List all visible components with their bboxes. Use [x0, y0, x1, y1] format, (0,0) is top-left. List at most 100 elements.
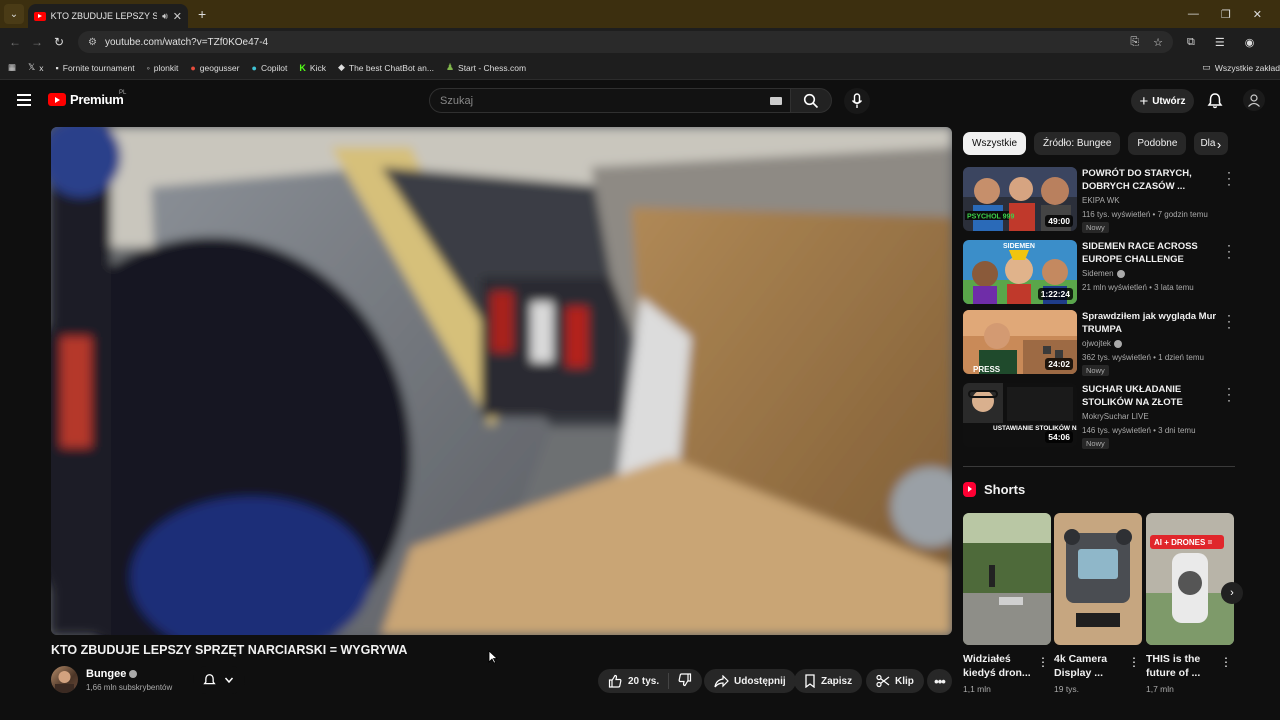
short-item[interactable] [1054, 513, 1142, 645]
kick-icon: K [299, 62, 306, 73]
more-vertical-icon[interactable]: ⋮ [1128, 655, 1140, 669]
bookmark-item[interactable]: ◦ plonkit [147, 63, 179, 73]
video-player[interactable] [51, 127, 952, 635]
short-title[interactable]: THIS is the future of ... [1146, 652, 1226, 680]
recommendation-title[interactable]: POWRÓT DO STARYCH, DOBRYCH CZASÓW ... [1082, 167, 1222, 193]
chevron-right-icon[interactable]: › [1221, 582, 1243, 604]
youtube-logo[interactable]: Premium [48, 92, 124, 107]
short-title[interactable]: 4k Camera Display ... [1054, 652, 1134, 680]
more-vertical-icon[interactable]: · · · [1227, 239, 1231, 263]
bookmarks-folder[interactable]: ▭ Wszystkie zakład [1202, 62, 1280, 73]
more-vertical-icon[interactable]: ⋮ [1037, 655, 1049, 669]
close-tab-icon[interactable]: ✕ [173, 10, 182, 23]
recommendation-title[interactable]: SIDEMEN RACE ACROSS EUROPE CHALLENGE [1082, 240, 1222, 266]
recommendation-channel[interactable]: MokrySuchar LIVE [1082, 412, 1149, 421]
thumbnail-text: SIDEMEN [1003, 243, 1035, 250]
recommendation-title[interactable]: SUCHAR UKŁADANIE STOLIKÓW NA ZŁOTE ANTOS… [1082, 383, 1222, 410]
mouse-cursor-icon [488, 650, 498, 664]
subscription-button[interactable] [193, 666, 245, 694]
speaker-icon[interactable]: 🔊︎ [162, 11, 168, 22]
recommendation-item[interactable]: PSYCHOL 999 49:00 POWRÓT DO STARYCH, DOB… [963, 166, 1235, 233]
more-vertical-icon[interactable]: · · · [1227, 166, 1231, 190]
like-button[interactable]: 20 tys. [608, 674, 659, 688]
recommendation-item[interactable]: SIDEMEN 1:22:24 SIDEMEN RACE ACROSS EURO… [963, 239, 1235, 304]
short-thumbnail [1054, 513, 1142, 645]
chip-related[interactable]: Podobne [1128, 132, 1187, 155]
search-placeholder: Szukaj [440, 94, 474, 107]
minimize-icon[interactable]: — [1188, 8, 1199, 21]
short-title[interactable]: Widziałeś kiedyś dron... [963, 652, 1043, 680]
omnibox[interactable]: ⚙︎ youtube.com/watch?v=TZf0KOe47-4 ⎘ ☆ [78, 31, 1173, 53]
recommendation-item[interactable]: USTAWIANIE STOLIKÓW NA ZŁOTE AN 54:06 SU… [963, 382, 1235, 449]
copilot-icon: ● [251, 62, 257, 73]
bookmarks-bar: ▦ 𝕏x ▪ Fornite tournament ◦ plonkit ● geogu… [0, 56, 1280, 80]
address-bar-row: ← → ↻ ⚙︎ youtube.com/watch?v=TZf0KOe47-4… [0, 28, 1280, 56]
menu-icon[interactable] [17, 94, 31, 106]
short-item[interactable] [963, 513, 1051, 645]
chatbot-icon: ◆ [337, 62, 345, 72]
back-icon[interactable]: ← [4, 35, 26, 49]
short-item[interactable]: AI + DRONES = [1146, 513, 1234, 645]
extensions-icon[interactable]: ⧉ [1187, 36, 1195, 49]
thumbnail[interactable]: PRESS 24:02 [963, 310, 1077, 374]
divider [963, 466, 1235, 467]
more-vertical-icon[interactable]: · · · [1227, 309, 1231, 333]
youtube-favicon-icon [34, 11, 46, 21]
more-actions-button[interactable]: ••• [927, 669, 952, 693]
channel-avatar[interactable] [51, 666, 78, 693]
bookmark-item[interactable]: ◆ The best ChatBot an... [338, 62, 434, 73]
new-badge: Nowy [1082, 222, 1109, 233]
chip-all[interactable]: Wszystkie [963, 132, 1026, 155]
bookmark-item[interactable]: ● Copilot [252, 63, 288, 73]
thumbnail[interactable]: PSYCHOL 999 49:00 [963, 167, 1077, 231]
cast-icon[interactable]: ⎘ [1130, 36, 1139, 49]
share-button[interactable]: Udostępnij [704, 669, 796, 693]
account-avatar[interactable] [1243, 89, 1265, 111]
bookmark-item[interactable]: K Kick [299, 63, 326, 73]
dislike-button[interactable] [678, 672, 692, 690]
recommendation-meta: 362 tys. wyświetleń • 1 dzień temu [1082, 353, 1204, 362]
search-input[interactable]: Szukaj [429, 88, 791, 113]
url-text[interactable]: youtube.com/watch?v=TZf0KOe47-4 [105, 37, 268, 48]
new-tab-icon[interactable]: + [198, 6, 206, 22]
tab-search-icon[interactable]: ⌄ [4, 4, 24, 24]
profile-icon[interactable]: ◉ [1245, 36, 1255, 49]
close-window-icon[interactable]: ✕ [1253, 8, 1262, 21]
short-views: 19 tys. [1054, 684, 1080, 694]
bookmark-item[interactable]: ● geogusser [190, 63, 239, 73]
thumbnail[interactable]: USTAWIANIE STOLIKÓW NA ZŁOTE AN 54:06 [963, 383, 1077, 447]
recommendation-channel[interactable]: Sidemen [1082, 269, 1125, 278]
site-info-icon[interactable]: ⚙︎ [88, 37, 97, 48]
notifications-button[interactable] [1207, 92, 1223, 114]
chip-source[interactable]: Źródło: Bungee [1034, 132, 1121, 155]
bell-icon [1207, 93, 1223, 109]
browser-tab[interactable]: KTO ZBUDUJE LEPSZY SPRZ 🔊︎ ✕ [28, 4, 188, 28]
recommendation-item[interactable]: PRESS 24:02 Sprawdziłem jak wygląda Mur … [963, 309, 1235, 376]
verified-icon [129, 670, 138, 678]
maximize-icon[interactable]: ❐ [1221, 8, 1231, 21]
save-button[interactable]: Zapisz [794, 669, 863, 693]
keyboard-icon[interactable] [770, 97, 782, 105]
more-vertical-icon[interactable]: · · · [1227, 382, 1231, 406]
recommendation-title[interactable]: Sprawdziłem jak wygląda Mur TRUMPA [1082, 310, 1222, 336]
chevron-right-icon[interactable]: › [1210, 135, 1228, 153]
share-label: Udostępnij [734, 675, 786, 687]
forward-icon[interactable]: → [26, 35, 48, 49]
clip-button[interactable]: Klip [866, 669, 924, 693]
recommendation-channel[interactable]: ojwojtek [1082, 339, 1122, 348]
media-icon[interactable]: ☰ [1215, 36, 1225, 49]
bookmark-star-icon[interactable]: ☆ [1153, 36, 1163, 49]
create-button[interactable]: + Utwórz [1131, 89, 1194, 113]
voice-search-button[interactable] [844, 88, 870, 114]
bookmark-item[interactable]: ▪ Fornite tournament [56, 63, 135, 73]
logo-country-code: PL [119, 90, 127, 96]
apps-grid-icon[interactable]: ▦ [8, 62, 16, 73]
channel-name[interactable]: Bungee [86, 668, 138, 680]
bookmark-item[interactable]: ♟ Start - Chess.com [446, 62, 526, 73]
recommendation-channel[interactable]: EKIPA WK [1082, 196, 1120, 205]
reload-icon[interactable]: ↻ [48, 35, 70, 49]
thumbnail[interactable]: SIDEMEN 1:22:24 [963, 240, 1077, 304]
more-vertical-icon[interactable]: ⋮ [1220, 655, 1232, 669]
bookmark-item[interactable]: 𝕏x [28, 62, 44, 73]
search-button[interactable] [790, 88, 832, 113]
